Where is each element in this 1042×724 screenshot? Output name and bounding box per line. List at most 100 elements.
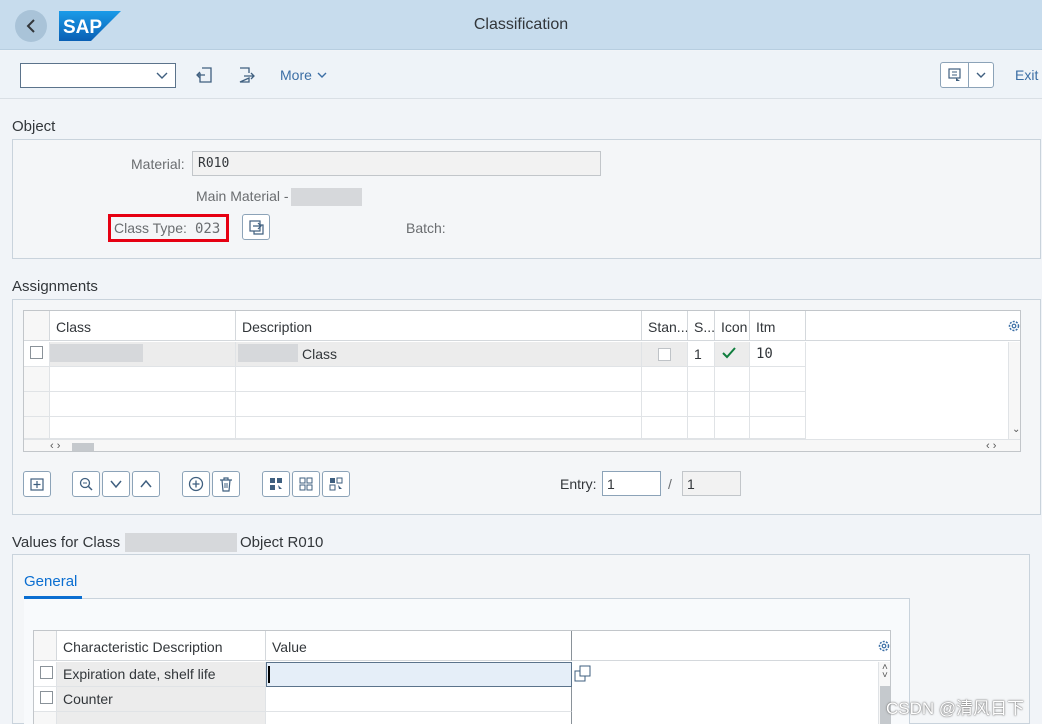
value-input[interactable] bbox=[266, 712, 572, 724]
table-cell[interactable] bbox=[688, 367, 715, 392]
import-button[interactable] bbox=[234, 63, 258, 87]
column-header-value[interactable]: Value bbox=[266, 631, 572, 661]
table-cell[interactable] bbox=[688, 392, 715, 417]
horizontal-scrollbar[interactable]: ‹ › ‹ › bbox=[24, 439, 1020, 451]
move-up-button[interactable] bbox=[132, 471, 160, 497]
table-cell[interactable] bbox=[236, 367, 642, 392]
characteristic-cell bbox=[57, 712, 266, 724]
row-checkbox[interactable] bbox=[40, 666, 53, 679]
characteristic-cell: Counter bbox=[57, 687, 266, 712]
table-cell[interactable] bbox=[642, 392, 688, 417]
class-type-label: Class Type: bbox=[114, 220, 187, 236]
column-header-status[interactable]: S... bbox=[688, 311, 715, 341]
characteristics-table: Characteristic Description Value Expirat… bbox=[33, 630, 891, 724]
table-cell-status[interactable]: 1 bbox=[688, 342, 715, 367]
document-export-icon bbox=[196, 67, 212, 83]
select-all-button[interactable] bbox=[262, 471, 290, 497]
assignments-section-title: Assignments bbox=[12, 278, 98, 295]
column-header-description[interactable]: Description bbox=[236, 311, 642, 341]
table-cell[interactable] bbox=[715, 392, 750, 417]
material-field[interactable]: R010 bbox=[192, 151, 601, 176]
row-selector-header bbox=[34, 631, 57, 661]
table-cell[interactable] bbox=[715, 417, 750, 439]
class-type-select-button[interactable] bbox=[242, 214, 270, 240]
column-header-icon[interactable]: Icon bbox=[715, 311, 750, 341]
chevron-down-icon bbox=[317, 72, 327, 78]
scroll-thumb[interactable] bbox=[72, 443, 94, 451]
table-settings-icon[interactable] bbox=[1007, 319, 1021, 333]
select-all-icon bbox=[270, 478, 282, 490]
scroll-left-right-icon[interactable]: ‹ › bbox=[50, 440, 60, 451]
redacted-text bbox=[291, 188, 362, 206]
text-cursor bbox=[268, 666, 270, 683]
search-button[interactable] bbox=[72, 471, 100, 497]
deselect-all-icon bbox=[299, 477, 313, 491]
row-selector[interactable] bbox=[34, 712, 57, 724]
table-cell[interactable] bbox=[236, 392, 642, 417]
column-header-standard[interactable]: Stan... bbox=[642, 311, 688, 341]
entry-field[interactable]: 1 bbox=[602, 471, 661, 496]
material-description: Main Material - bbox=[196, 188, 289, 204]
table-cell[interactable] bbox=[50, 367, 236, 392]
delete-button[interactable] bbox=[212, 471, 240, 497]
table-cell[interactable] bbox=[750, 367, 806, 392]
table-cell[interactable] bbox=[642, 417, 688, 439]
table-cell-description[interactable]: Class bbox=[236, 342, 642, 367]
column-header-characteristic[interactable]: Characteristic Description bbox=[57, 631, 266, 661]
export-button[interactable] bbox=[193, 63, 217, 87]
value-help-icon[interactable] bbox=[574, 665, 592, 683]
column-header-itm[interactable]: Itm bbox=[750, 311, 806, 341]
row-selector[interactable] bbox=[34, 687, 57, 712]
more-menu[interactable]: More bbox=[280, 67, 328, 83]
description-text: Class bbox=[302, 346, 338, 362]
more-label: More bbox=[280, 67, 312, 83]
row-selector[interactable] bbox=[24, 367, 50, 392]
toolbar: More Exit bbox=[0, 51, 1042, 99]
table-cell[interactable] bbox=[50, 392, 236, 417]
chevron-down-icon[interactable]: ˅ bbox=[882, 670, 888, 681]
table-cell[interactable] bbox=[642, 367, 688, 392]
table-cell-standard[interactable] bbox=[642, 342, 688, 367]
column-header-class[interactable]: Class bbox=[50, 311, 236, 341]
table-settings-icon[interactable] bbox=[877, 639, 891, 653]
table-cell[interactable] bbox=[715, 367, 750, 392]
value-input[interactable] bbox=[266, 687, 572, 712]
entry-label: Entry: bbox=[560, 476, 597, 492]
row-checkbox[interactable] bbox=[40, 691, 53, 704]
tab-general[interactable]: General bbox=[24, 573, 77, 590]
table-cell[interactable] bbox=[750, 392, 806, 417]
display-settings-button[interactable] bbox=[940, 62, 994, 88]
chevron-up-icon bbox=[140, 479, 152, 488]
exit-button[interactable]: Exit bbox=[1015, 67, 1038, 83]
chevron-down-icon[interactable]: ⌄ bbox=[1012, 424, 1020, 435]
table-cell-class[interactable] bbox=[50, 342, 236, 367]
scroll-left-right-icon[interactable]: ‹ › bbox=[986, 440, 996, 451]
assign-button[interactable] bbox=[23, 471, 51, 497]
command-select[interactable] bbox=[20, 63, 176, 88]
object-section-title: Object bbox=[12, 118, 56, 135]
table-cell[interactable] bbox=[688, 417, 715, 439]
deselect-all-button[interactable] bbox=[292, 471, 320, 497]
table-cell[interactable] bbox=[236, 417, 642, 439]
row-selector[interactable] bbox=[24, 392, 50, 417]
move-down-button[interactable] bbox=[102, 471, 130, 497]
page-title: Classification bbox=[473, 16, 569, 33]
row-selector-header bbox=[24, 311, 50, 341]
chevron-down-icon bbox=[156, 72, 168, 79]
assignments-table: Class Description Stan... S... Icon Itm … bbox=[23, 310, 1021, 452]
table-cell[interactable] bbox=[750, 417, 806, 439]
table-cell-itm[interactable]: 10 bbox=[750, 342, 806, 367]
table-cell[interactable] bbox=[50, 417, 236, 439]
vertical-scrollbar[interactable]: ⌄ bbox=[1008, 342, 1020, 439]
select-block-button[interactable] bbox=[322, 471, 350, 497]
row-checkbox[interactable] bbox=[30, 346, 43, 359]
entry-separator: / bbox=[668, 476, 672, 492]
value-input[interactable] bbox=[266, 662, 572, 687]
row-selector[interactable] bbox=[24, 342, 50, 367]
values-title-suffix: Object R010 bbox=[240, 534, 324, 551]
chevron-down-icon bbox=[969, 63, 993, 87]
add-button[interactable] bbox=[182, 471, 210, 497]
row-selector[interactable] bbox=[34, 662, 57, 687]
row-selector[interactable] bbox=[24, 417, 50, 439]
standard-checkbox[interactable] bbox=[658, 348, 671, 361]
